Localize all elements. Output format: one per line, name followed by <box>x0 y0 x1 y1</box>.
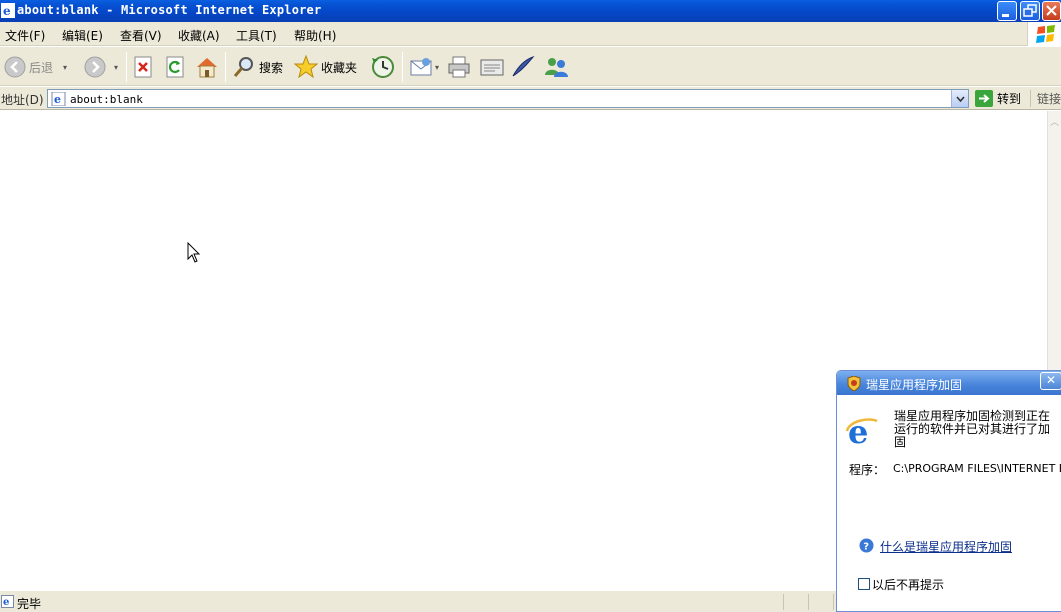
ie-page-icon: e <box>1 595 14 608</box>
favorites-label: 收藏夹 <box>321 60 358 75</box>
home-button[interactable] <box>195 53 219 81</box>
discuss-button[interactable] <box>510 53 536 81</box>
refresh-icon <box>166 56 184 78</box>
address-label: 地址(D) <box>1 93 44 107</box>
status-panel <box>808 594 809 610</box>
menu-file[interactable]: 文件(F) <box>5 27 45 44</box>
help-link[interactable]: 什么是瑞星应用程序加固 <box>880 538 1012 555</box>
forward-arrow-icon <box>84 56 106 78</box>
search-label: 搜索 <box>259 60 284 75</box>
popup-close-button[interactable]: ✕ <box>1040 372 1061 390</box>
menu-view[interactable]: 查看(V) <box>120 27 162 44</box>
svg-text:e: e <box>54 93 61 106</box>
close-icon: ✕ <box>1045 373 1057 387</box>
go-label: 转到 <box>997 92 1022 106</box>
svg-text:e: e <box>3 597 9 608</box>
back-arrow-icon <box>4 56 26 78</box>
menu-favorites[interactable]: 收藏(A) <box>178 27 220 44</box>
go-button[interactable]: 转到 <box>975 89 1021 108</box>
printer-icon <box>448 56 470 78</box>
close-button[interactable] <box>1042 1 1061 21</box>
menu-tools[interactable]: 工具(T) <box>236 27 277 44</box>
back-label: 后退 <box>29 60 54 75</box>
chevron-down-icon[interactable]: ▾ <box>435 63 439 72</box>
window-title: about:blank - Microsoft Internet Explore… <box>17 3 322 17</box>
minimize-button[interactable] <box>997 1 1017 21</box>
menu-edit[interactable]: 编辑(E) <box>62 27 103 44</box>
home-icon <box>197 58 217 78</box>
quill-icon <box>512 55 535 77</box>
refresh-button[interactable] <box>165 53 185 81</box>
minimize-icon <box>1002 14 1009 17</box>
help-icon: ? <box>859 538 874 553</box>
history-button[interactable] <box>370 53 396 81</box>
svg-text:e: e <box>848 413 868 447</box>
address-url: about:blank <box>70 93 143 106</box>
internet-explorer-icon: e <box>845 413 878 447</box>
chevron-down-icon <box>955 95 965 102</box>
status-panel <box>833 594 834 610</box>
windows-flag-icon <box>1036 25 1055 43</box>
window-titlebar[interactable]: e about:blank - Microsoft Internet Explo… <box>0 0 1061 22</box>
edit-button[interactable] <box>479 53 505 81</box>
popup-titlebar: 瑞星应用程序加固 ✕ <box>837 371 1061 395</box>
chevron-down-icon[interactable]: ▾ <box>114 63 118 72</box>
menu-bar: 文件(F) 编辑(E) 查看(V) 收藏(A) 工具(T) 帮助(H) <box>0 22 1061 46</box>
program-label: 程序： <box>849 463 886 477</box>
standard-toolbar: 后退 ▾ ▾ 搜索 收藏夹 ▾ <box>0 47 1061 86</box>
status-panel <box>783 594 784 610</box>
address-input[interactable]: e about:blank <box>47 89 969 108</box>
svg-text:e: e <box>3 4 11 18</box>
restore-icon <box>1023 4 1037 17</box>
program-path: C:\PROGRAM FILES\INTERNET EX <box>893 462 1061 475</box>
search-button[interactable]: 搜索 <box>232 53 283 81</box>
menu-help[interactable]: 帮助(H) <box>294 27 336 44</box>
scroll-up-icon[interactable]: ︿ <box>1050 115 1059 128</box>
ie-page-icon: e <box>51 92 66 106</box>
star-icon <box>294 55 318 79</box>
rising-shield-icon <box>847 376 861 391</box>
dont-show-again-label[interactable]: 以后不再提示 <box>872 576 944 593</box>
restore-button[interactable] <box>1020 1 1040 21</box>
popup-message: 瑞星应用程序加固检测到正在运行的软件并已对其进行了加固 <box>894 409 1051 449</box>
toolbar-separator <box>126 52 127 82</box>
mouse-pointer-icon <box>187 242 201 263</box>
go-arrow-icon <box>975 90 993 107</box>
history-icon <box>372 56 394 78</box>
links-button[interactable]: 链接 <box>1030 90 1061 107</box>
search-icon <box>233 57 253 77</box>
windows-logo <box>1027 22 1061 46</box>
back-button[interactable]: 后退 ▾ <box>4 53 67 81</box>
address-dropdown-button[interactable] <box>951 90 968 107</box>
mail-icon <box>410 58 432 76</box>
popup-body: e 瑞星应用程序加固检测到正在运行的软件并已对其进行了加固 程序： C:\PRO… <box>837 395 1061 611</box>
messenger-icon <box>545 58 568 77</box>
ie-app-icon: e <box>1 3 15 18</box>
mail-button[interactable]: ▾ <box>409 53 439 81</box>
dont-show-again-checkbox[interactable] <box>858 578 870 590</box>
toolbar-separator <box>225 52 226 82</box>
svg-text:?: ? <box>863 542 869 553</box>
print-button[interactable] <box>447 53 471 81</box>
status-text: 完毕 <box>17 597 42 611</box>
edit-page-icon <box>480 59 504 76</box>
rising-hardening-popup: 瑞星应用程序加固 ✕ e 瑞星应用程序加固检测到正在运行的软件并已对其进行了加固… <box>836 370 1061 612</box>
stop-button[interactable] <box>133 53 153 81</box>
messenger-button[interactable] <box>543 53 569 81</box>
popup-title: 瑞星应用程序加固 <box>866 378 963 392</box>
close-icon <box>1046 5 1057 16</box>
stop-icon <box>134 56 152 78</box>
toolbar-separator <box>402 52 403 82</box>
chevron-down-icon[interactable]: ▾ <box>63 63 67 72</box>
favorites-button[interactable]: 收藏夹 <box>294 53 357 81</box>
address-bar: 地址(D) e about:blank 转到 链接 <box>0 87 1061 110</box>
forward-button[interactable]: ▾ <box>84 53 118 81</box>
